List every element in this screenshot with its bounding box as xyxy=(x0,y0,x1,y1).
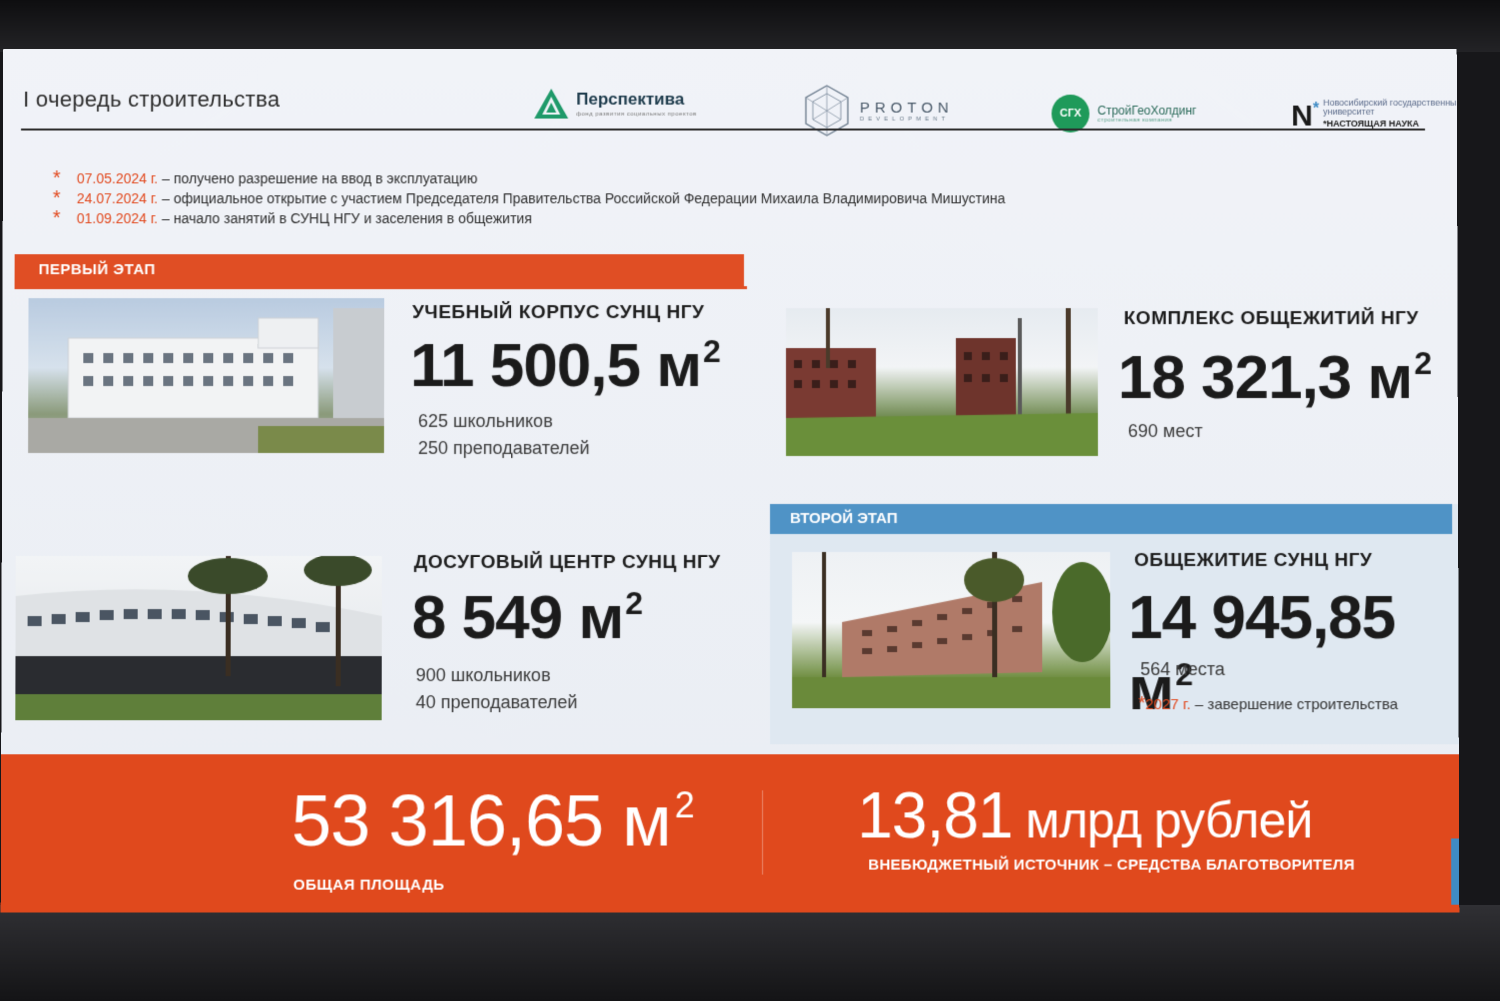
dormitory-complex-area-value: 18 321,3 м xyxy=(1117,343,1413,413)
stage1-rule xyxy=(14,286,747,290)
sunc-dormitory-capacity: 564 места xyxy=(1140,656,1225,683)
ngu-logo-icon: N* xyxy=(1291,99,1320,133)
presentation-slide: I очередь строительства Перспектива фонд… xyxy=(0,48,1460,913)
milestone-date: 07.05.2024 г. xyxy=(76,170,158,187)
total-area-value: 53 316,65 м xyxy=(291,781,671,862)
academic-building-title: УЧЕБНЫЙ КОРПУС СУНЦ НГУ xyxy=(412,302,705,324)
area-unit-sup: 2 xyxy=(703,333,720,370)
logo-ngu: N* Новосибирский государственный универс… xyxy=(1291,95,1459,132)
star-icon: * xyxy=(52,187,61,210)
dormitory-complex-area: 18 321,3 м2 xyxy=(1118,342,1431,413)
photo-leisure-center xyxy=(15,556,382,721)
academic-building-area-value: 11 500,5 м xyxy=(410,331,702,401)
star-icon: * xyxy=(1138,693,1146,714)
milestone-item: * 07.05.2024 г. – получено разрешение на… xyxy=(52,167,1005,190)
sgh-name: СтройГеоХолдинг xyxy=(1097,103,1197,118)
area-unit-sup: 2 xyxy=(625,585,643,622)
academic-building-capacity: 625 школьников 250 преподавателей xyxy=(418,408,590,462)
perspektiva-sub: фонд развития социальных проектов xyxy=(576,111,697,118)
milestone-date: 01.09.2024 г. xyxy=(76,210,158,227)
ngu-tagline: *НАСТОЯЩАЯ НАУКА xyxy=(1323,118,1420,129)
screen-frame-bottom xyxy=(0,905,1500,1001)
star-icon: * xyxy=(52,207,61,230)
stage2-label: ВТОРОЙ ЭТАП xyxy=(790,510,898,528)
logo-perspektiva: Перспектива фонд развития социальных про… xyxy=(532,87,697,121)
sgh-sub: строительная компания xyxy=(1097,117,1173,124)
area-unit-sup: 2 xyxy=(1414,345,1431,382)
milestone-item: * 01.09.2024 г. – начало занятий в СУНЦ … xyxy=(52,207,1006,230)
capacity-line: 40 преподавателей xyxy=(415,692,578,713)
leisure-center-area: 8 549 м2 xyxy=(412,582,642,653)
milestones-list: * 07.05.2024 г. – получено разрешение на… xyxy=(52,167,1006,230)
slide-title: I очередь строительства xyxy=(23,86,280,112)
capacity-line: 900 школьников xyxy=(415,665,551,686)
leisure-center-title: ДОСУГОВЫЙ ЦЕНТР СУНЦ НГУ xyxy=(413,552,721,574)
star-icon: * xyxy=(52,167,61,190)
milestone-text: – начало занятий в СУНЦ НГУ и заселения … xyxy=(161,210,532,227)
milestone-date: 24.07.2024 г. xyxy=(76,190,158,207)
screen-frame-top xyxy=(0,0,1500,52)
milestone-item: * 24.07.2024 г. – официальное открытие с… xyxy=(52,187,1006,210)
sunc-dormitory-title: ОБЩЕЖИТИЕ СУНЦ НГУ xyxy=(1134,550,1373,572)
stage2-banner: ВТОРОЙ ЭТАП xyxy=(770,504,1453,535)
budget-label: ВНЕБЮДЖЕТНЫЙ ИСТОЧНИК – СРЕДСТВА БЛАГОТВ… xyxy=(868,856,1355,874)
perspektiva-logo-icon xyxy=(535,88,570,119)
area-unit-sup: 2 xyxy=(674,784,694,826)
dormitory-complex-capacity: 690 мест xyxy=(1128,418,1203,445)
capacity-line: 564 места xyxy=(1140,659,1225,680)
budget-unit: млрд рублей xyxy=(1012,792,1313,849)
logo-stroygeoholding: СГХ СтройГеоХолдинг строительная компани… xyxy=(1051,94,1197,133)
proton-name: PROTON xyxy=(859,99,954,117)
photo-academic-building xyxy=(28,298,385,454)
academic-building-area: 11 500,5 м2 xyxy=(410,330,720,401)
perspektiva-name: Перспектива xyxy=(576,89,685,109)
completion-note: *2027 г. – завершение строительства xyxy=(1138,693,1399,714)
total-area-label: ОБЩАЯ ПЛОЩАДЬ xyxy=(293,876,445,894)
dormitory-complex-title: КОМПЛЕКС ОБЩЕЖИТИЙ НГУ xyxy=(1123,308,1419,330)
milestone-text: – официальное открытие с участием Предсе… xyxy=(161,190,1006,207)
completion-text: – завершение строительства xyxy=(1190,696,1399,714)
capacity-line: 625 школьников xyxy=(418,411,553,432)
capacity-line: 690 мест xyxy=(1127,421,1203,442)
totals-divider xyxy=(762,790,764,875)
leisure-center-capacity: 900 школьников 40 преподавателей xyxy=(416,662,578,716)
page-number: 2 xyxy=(1451,838,1460,905)
total-area: 53 316,65 м2 xyxy=(291,780,693,862)
stage1-label: ПЕРВЫЙ ЭТАП xyxy=(38,261,156,279)
photo-sunc-dormitory xyxy=(792,552,1111,709)
ngu-name: Новосибирский государственный университе… xyxy=(1322,97,1460,117)
title-divider xyxy=(20,128,1426,131)
sgh-mark: СГХ xyxy=(1059,107,1082,120)
stage1-banner: ПЕРВЫЙ ЭТАП xyxy=(14,254,744,287)
budget-number: 13,81 xyxy=(857,779,1013,852)
leisure-center-area-value: 8 549 м xyxy=(411,583,624,653)
completion-year: 2027 г. xyxy=(1145,696,1191,714)
sgh-logo-icon: СГХ xyxy=(1051,94,1090,133)
milestone-text: – получено разрешение на ввод в эксплуат… xyxy=(161,170,478,187)
photo-dormitory-complex xyxy=(785,308,1098,457)
capacity-line: 250 преподавателей xyxy=(418,438,590,459)
proton-sub: DEVELOPMENT xyxy=(859,116,950,123)
total-budget: 13,81 млрд рублей xyxy=(857,778,1312,852)
